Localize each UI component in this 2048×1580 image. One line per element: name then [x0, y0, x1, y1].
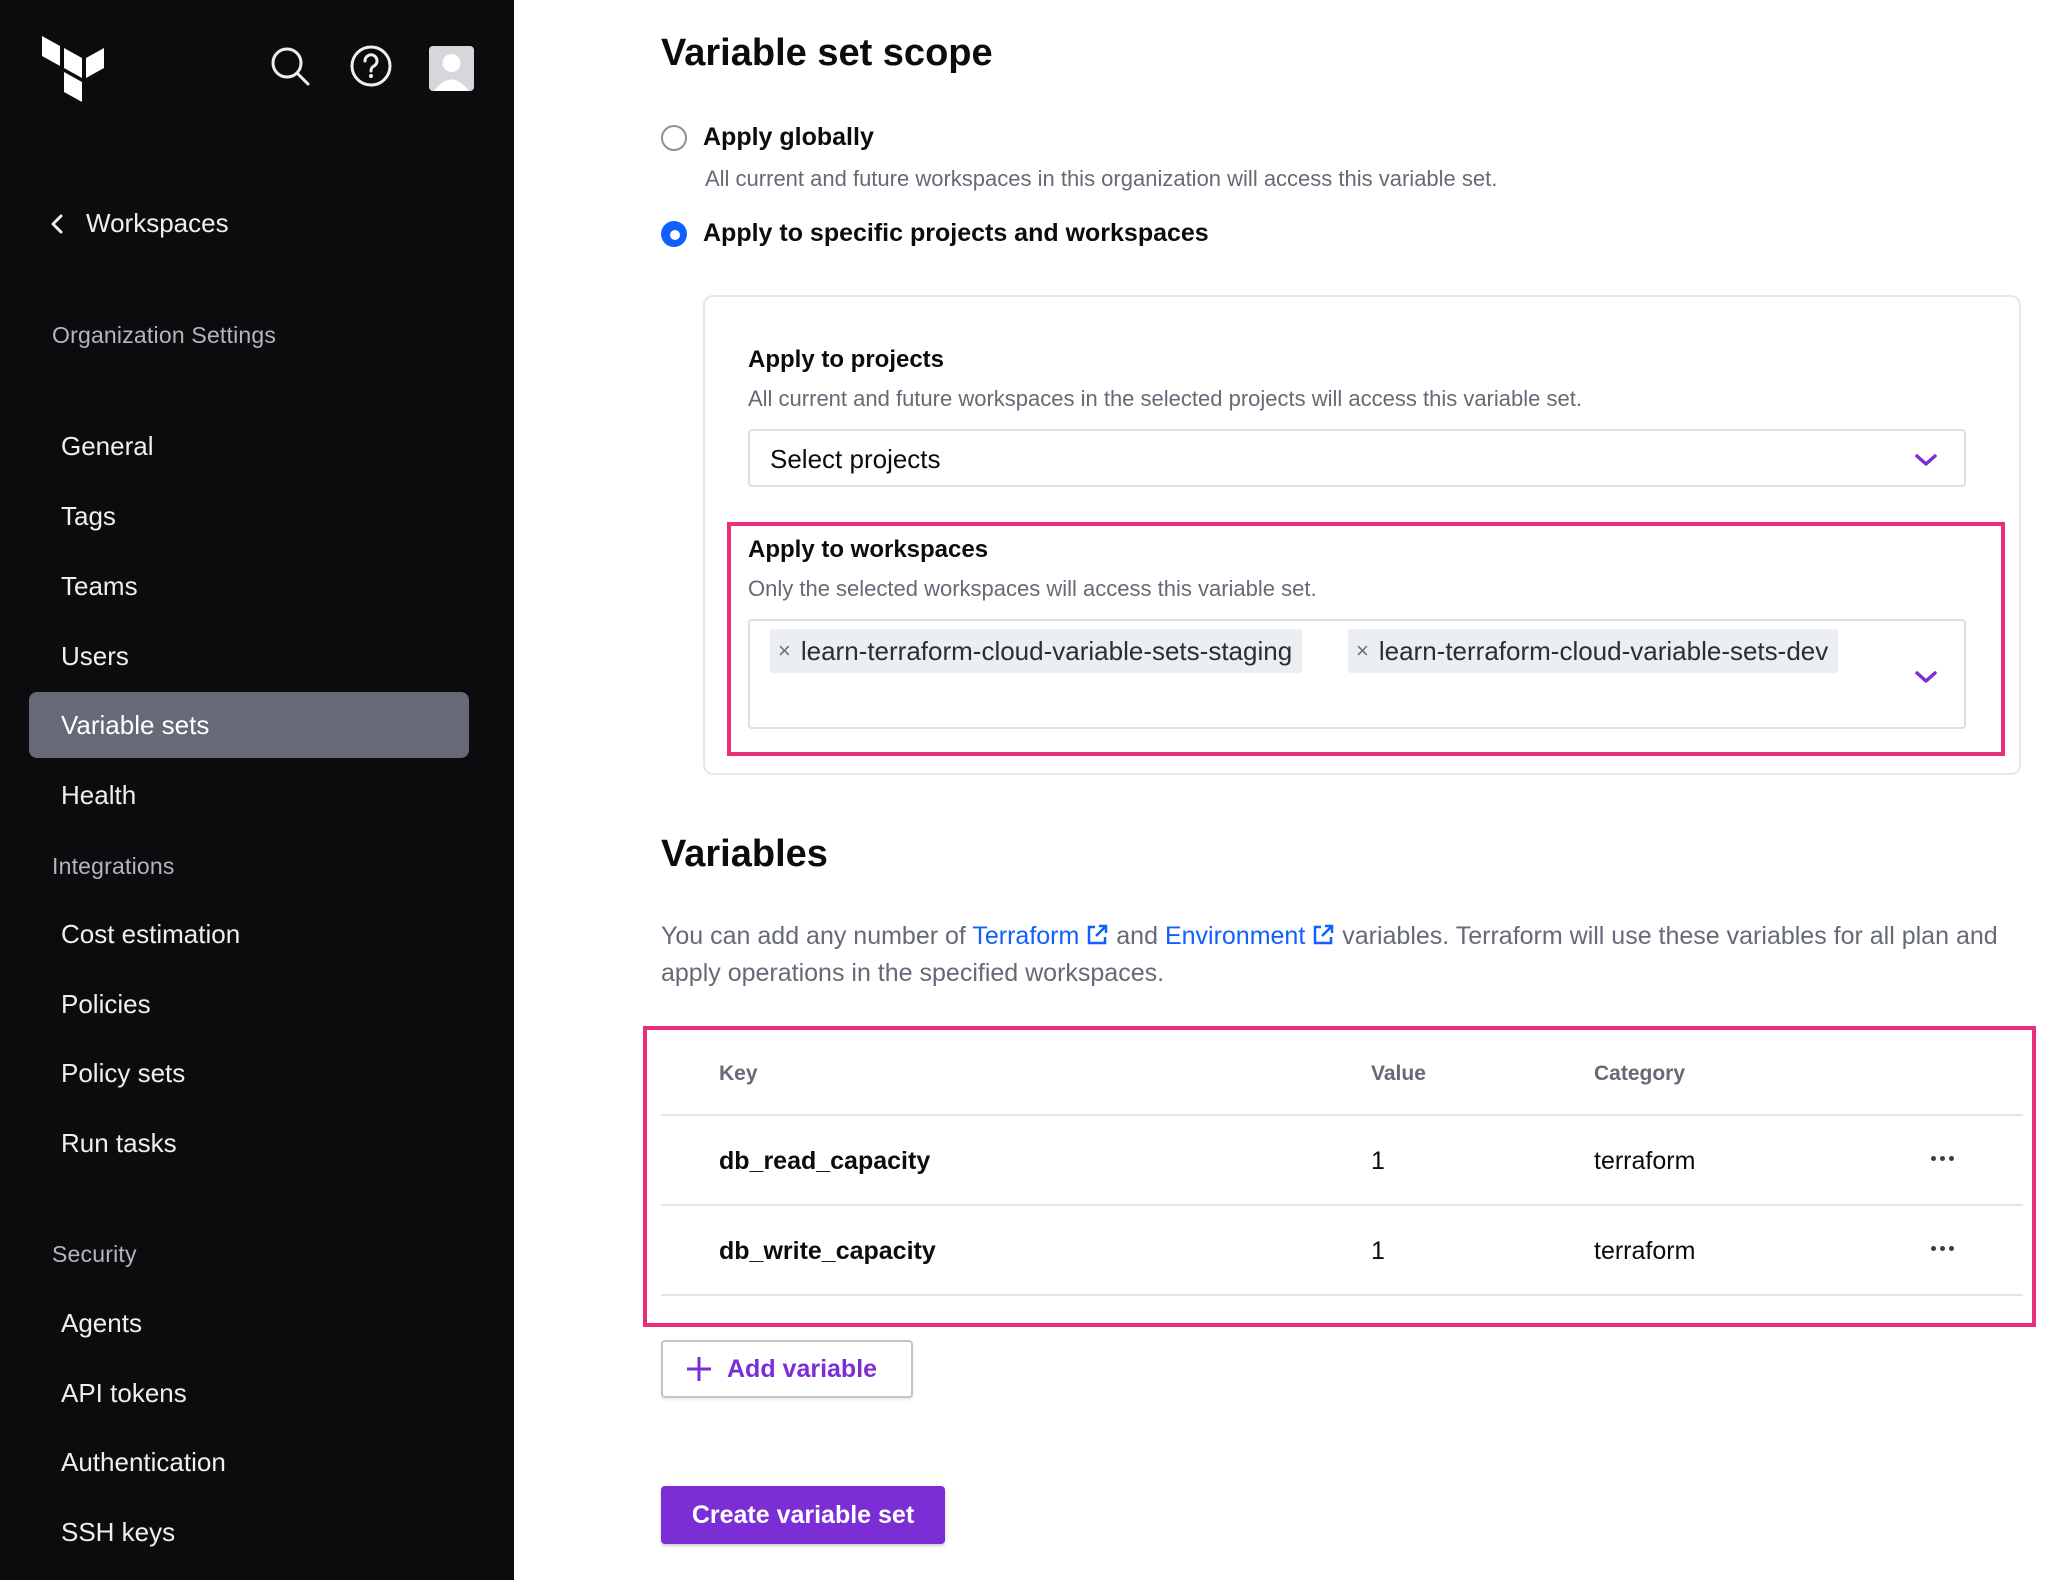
security-heading: Security	[52, 1241, 137, 1267]
sidebar-item-authentication[interactable]: Authentication	[29, 1429, 469, 1495]
variables-table-highlight	[643, 1026, 2036, 1327]
row-actions-icon[interactable]	[1922, 1148, 1962, 1168]
plus-icon	[687, 1357, 711, 1381]
table-divider	[661, 1294, 2023, 1296]
column-header-category[interactable]: Category	[1594, 1062, 1685, 1086]
chevron-down-icon	[1915, 454, 1937, 466]
environment-docs-link[interactable]: Environment	[1165, 922, 1335, 950]
remove-chip-icon[interactable]: ×	[1356, 638, 1369, 664]
table-divider	[661, 1204, 2023, 1206]
sidebar-item-cost-estimation[interactable]: Cost estimation	[29, 901, 469, 967]
projects-label: Apply to projects	[748, 346, 945, 373]
sidebar-item-policy-sets[interactable]: Policy sets	[29, 1040, 469, 1106]
column-header-value[interactable]: Value	[1371, 1062, 1426, 1086]
workspace-chip-label: learn-terraform-cloud-variable-sets-dev	[1378, 635, 1829, 666]
workspace-chip-label: learn-terraform-cloud-variable-sets-stag…	[800, 635, 1293, 666]
search-icon[interactable]	[268, 44, 312, 88]
variable-category: terraform	[1594, 1147, 1696, 1175]
workspaces-help: Only the selected workspaces will access…	[748, 576, 1317, 601]
apply-specific-option[interactable]: Apply to specific projects and workspace…	[661, 219, 1209, 248]
sidebar-item-tags[interactable]: Tags	[29, 483, 469, 549]
variable-category: terraform	[1594, 1237, 1696, 1265]
projects-select[interactable]: Select projects	[748, 429, 1966, 487]
apply-specific-label: Apply to specific projects and workspace…	[703, 219, 1209, 247]
sidebar-item-teams[interactable]: Teams	[29, 553, 469, 619]
sidebar: Workspaces Organization Settings General…	[0, 0, 514, 1580]
projects-select-placeholder: Select projects	[770, 444, 941, 474]
remove-chip-icon[interactable]: ×	[778, 638, 791, 664]
chevron-left-icon	[51, 214, 63, 233]
variable-value: 1	[1371, 1237, 1385, 1265]
external-link-icon	[1314, 924, 1334, 945]
chevron-down-icon	[1915, 671, 1937, 683]
variable-key: db_read_capacity	[719, 1147, 931, 1175]
sidebar-item-general[interactable]: General	[29, 413, 469, 479]
add-variable-label: Add variable	[727, 1354, 878, 1383]
create-variable-set-button[interactable]: Create variable set	[661, 1486, 945, 1544]
row-actions-icon[interactable]	[1922, 1238, 1962, 1258]
user-icon	[434, 54, 469, 91]
projects-help: All current and future workspaces in the…	[748, 386, 1582, 411]
external-link-icon	[1088, 924, 1108, 945]
org-settings-heading: Organization Settings	[52, 322, 277, 348]
scope-title: Variable set scope	[661, 32, 993, 74]
sidebar-item-variable-sets[interactable]: Variable sets	[29, 692, 469, 758]
column-header-key[interactable]: Key	[719, 1062, 758, 1086]
back-link-label: Workspaces	[86, 208, 229, 238]
workspaces-label: Apply to workspaces	[748, 536, 989, 563]
workspaces-select[interactable]: × learn-terraform-cloud-variable-sets-st…	[748, 619, 1966, 729]
back-to-workspaces-link[interactable]: Workspaces	[50, 208, 229, 239]
sidebar-item-users[interactable]: Users	[29, 623, 469, 689]
variable-key: db_write_capacity	[719, 1237, 936, 1265]
apply-globally-option[interactable]: Apply globally	[661, 123, 874, 152]
variable-value: 1	[1371, 1147, 1385, 1175]
terraform-logo[interactable]	[42, 32, 104, 102]
sidebar-item-health[interactable]: Health	[29, 762, 469, 828]
sidebar-item-api-tokens[interactable]: API tokens	[29, 1360, 469, 1426]
workspace-chip-staging: × learn-terraform-cloud-variable-sets-st…	[770, 629, 1303, 673]
help-icon[interactable]	[349, 44, 393, 88]
sidebar-item-ssh-keys[interactable]: SSH keys	[29, 1499, 469, 1565]
add-variable-button[interactable]: Add variable	[661, 1340, 913, 1398]
apply-specific-radio[interactable]	[661, 220, 687, 247]
table-divider	[661, 1114, 2023, 1116]
main-content: Variable set scope Apply globally All cu…	[514, 0, 2048, 1580]
variables-description: You can add any number of Terraform and …	[661, 922, 1998, 987]
sidebar-item-run-tasks[interactable]: Run tasks	[29, 1110, 469, 1176]
apply-globally-label: Apply globally	[703, 123, 874, 151]
workspace-chip-dev: × learn-terraform-cloud-variable-sets-de…	[1348, 629, 1839, 673]
apply-globally-help: All current and future workspaces in thi…	[705, 166, 1498, 191]
user-avatar[interactable]	[429, 46, 474, 91]
sidebar-item-policies[interactable]: Policies	[29, 971, 469, 1037]
apply-globally-radio[interactable]	[661, 124, 687, 151]
create-variable-set-label: Create variable set	[691, 1500, 915, 1529]
integrations-heading: Integrations	[52, 853, 175, 879]
variables-title: Variables	[661, 833, 828, 875]
terraform-docs-link[interactable]: Terraform	[972, 922, 1109, 950]
sidebar-item-agents[interactable]: Agents	[29, 1290, 469, 1356]
